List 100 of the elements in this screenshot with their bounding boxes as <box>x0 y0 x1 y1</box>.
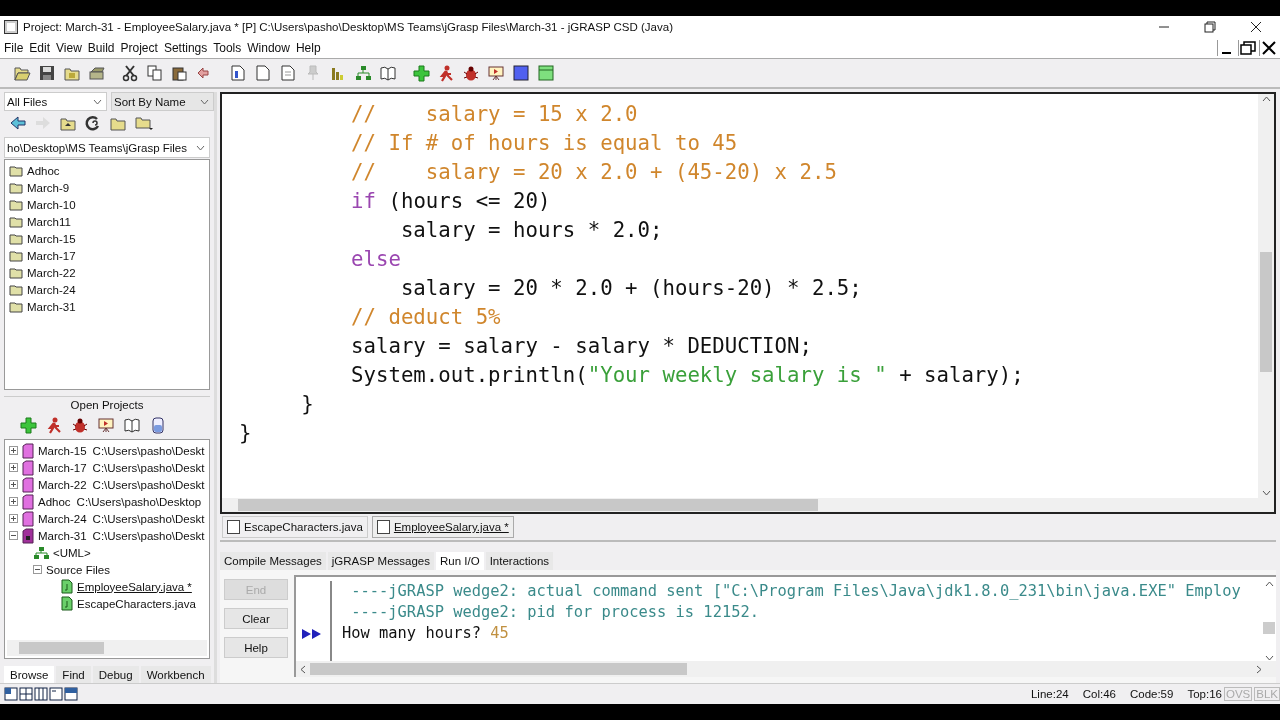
window-icon[interactable] <box>538 64 555 82</box>
layout-icon[interactable] <box>49 687 63 701</box>
clear-button[interactable]: Clear <box>224 608 288 629</box>
message-tab[interactable]: Run I/O <box>436 552 484 570</box>
folder-item[interactable]: March-24 <box>27 283 76 296</box>
document-icon[interactable] <box>255 64 272 82</box>
layout-icon[interactable] <box>64 687 78 701</box>
vertical-scrollbar[interactable] <box>1262 581 1276 661</box>
project-name[interactable]: March-17 <box>38 461 87 474</box>
source-file-item[interactable]: EmployeeSalary.java * <box>77 580 192 593</box>
layout-icon[interactable] <box>4 687 18 701</box>
scroll-down-icon[interactable] <box>1261 490 1271 496</box>
restore-icon[interactable] <box>1204 21 1216 33</box>
menu-item[interactable]: Tools <box>213 41 242 55</box>
folder-item[interactable]: March-10 <box>27 198 76 211</box>
expand-icon[interactable] <box>9 514 18 523</box>
menu-item[interactable]: Window <box>247 41 290 55</box>
document-icon[interactable] <box>280 64 297 82</box>
scroll-left-icon[interactable] <box>300 664 306 674</box>
paste-icon[interactable] <box>172 64 189 82</box>
project-name[interactable]: March-15 <box>38 444 87 457</box>
project-name[interactable]: March-22 <box>38 478 87 491</box>
document-icon[interactable] <box>230 64 247 82</box>
file-tab[interactable]: EscapeCharacters.java <box>222 516 368 538</box>
folder-menu-icon[interactable] <box>135 114 154 132</box>
bug-icon[interactable] <box>72 416 89 434</box>
expand-icon[interactable] <box>9 480 18 489</box>
printer-icon[interactable] <box>89 64 106 82</box>
running-figure-icon[interactable] <box>438 64 455 82</box>
layout-icon[interactable] <box>34 687 48 701</box>
expand-icon[interactable] <box>9 446 18 455</box>
scroll-right-icon[interactable] <box>1256 664 1262 674</box>
scroll-thumb[interactable] <box>1263 622 1275 634</box>
panel-tab[interactable]: Find <box>56 666 91 683</box>
help-button[interactable]: Help <box>224 637 288 658</box>
project-name[interactable]: Adhoc <box>38 495 71 508</box>
square-icon[interactable] <box>513 64 530 82</box>
book-icon[interactable] <box>380 64 397 82</box>
menu-item[interactable]: Help <box>295 41 321 55</box>
plus-icon[interactable] <box>413 64 430 82</box>
scroll-down-icon[interactable] <box>1264 655 1274 661</box>
book-icon[interactable] <box>124 416 141 434</box>
menu-item[interactable]: File <box>4 41 24 55</box>
panel-tab[interactable]: Browse <box>4 666 55 683</box>
project-icon <box>22 493 34 510</box>
horizontal-scrollbar[interactable] <box>7 640 207 656</box>
uml-item[interactable]: <UML> <box>53 546 91 559</box>
horizontal-scrollbar[interactable] <box>222 498 1274 512</box>
menu-item[interactable]: Settings <box>163 41 208 55</box>
file-filter-dropdown[interactable]: All Files <box>4 92 107 111</box>
refresh-icon[interactable] <box>85 114 102 132</box>
folder-icon <box>9 300 23 313</box>
folder-item[interactable]: Source Files <box>46 563 110 576</box>
panel-tab[interactable]: Debug <box>92 666 139 683</box>
presentation-icon[interactable] <box>98 416 115 434</box>
open-folder-icon[interactable] <box>14 64 31 82</box>
jar-icon[interactable] <box>150 416 167 434</box>
presentation-icon[interactable] <box>488 64 505 82</box>
expand-icon[interactable] <box>9 463 18 472</box>
diagram-icon[interactable] <box>355 64 372 82</box>
source-file-item[interactable]: EscapeCharacters.java <box>77 597 196 610</box>
vertical-scrollbar[interactable] <box>1258 94 1274 498</box>
menu-item[interactable]: Build <box>87 41 115 55</box>
project-name[interactable]: March-24 <box>38 512 87 525</box>
panel-tab[interactable]: Workbench <box>140 666 211 683</box>
scroll-up-icon[interactable] <box>1264 581 1274 587</box>
sort-dropdown[interactable]: Sort By Name <box>111 92 214 111</box>
restore-icon[interactable] <box>1238 40 1257 56</box>
layout-icon[interactable] <box>19 687 33 701</box>
folder-item[interactable]: Adhoc <box>27 164 60 177</box>
close-icon[interactable] <box>1250 21 1262 33</box>
folder-item[interactable]: March-17 <box>27 249 76 262</box>
scroll-up-icon[interactable] <box>1261 96 1271 102</box>
save-icon[interactable] <box>39 64 56 82</box>
bug-icon[interactable] <box>463 64 480 82</box>
message-tab[interactable]: Interactions <box>485 552 554 570</box>
collapse-icon[interactable] <box>9 531 18 540</box>
back-arrow-icon[interactable] <box>10 114 27 132</box>
path-dropdown[interactable]: ho\Desktop\MS Teams\jGrasp Files <box>4 137 210 158</box>
close-icon[interactable] <box>1259 40 1278 56</box>
menu-item[interactable]: Edit <box>29 41 51 55</box>
message-tab[interactable]: jGRASP Messages <box>327 552 434 570</box>
expand-icon[interactable] <box>9 497 18 506</box>
scroll-thumb[interactable] <box>1260 252 1272 372</box>
menu-item[interactable]: Project <box>120 41 158 55</box>
folder-item[interactable]: March-9 <box>27 181 70 194</box>
horizontal-scrollbar[interactable] <box>296 661 1276 677</box>
folder-item[interactable]: March11 <box>27 215 71 228</box>
file-tab[interactable]: EmployeeSalary.java * <box>371 516 514 538</box>
scissors-icon[interactable] <box>122 64 139 82</box>
collapse-icon[interactable] <box>33 565 42 574</box>
copy-icon[interactable] <box>147 64 164 82</box>
message-tab[interactable]: Compile Messages <box>220 552 326 570</box>
folder-item[interactable]: March-31 <box>27 300 76 313</box>
running-figure-icon[interactable] <box>46 416 63 434</box>
menu-item[interactable]: View <box>56 41 82 55</box>
folder-item[interactable]: March-15 <box>27 232 76 245</box>
folder-item[interactable]: March-22 <box>27 266 76 279</box>
project-name[interactable]: March-31 <box>38 529 87 542</box>
plus-icon[interactable] <box>20 416 37 434</box>
